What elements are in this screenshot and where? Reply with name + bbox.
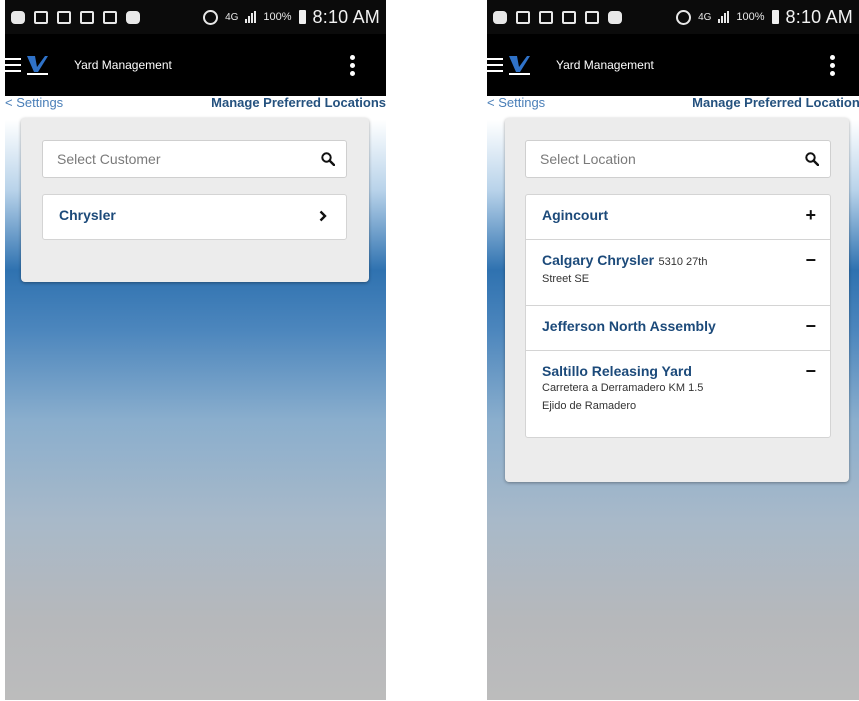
- search-icon[interactable]: [321, 152, 335, 166]
- location-list: Agincourt + Calgary Chrysler 5310 27th S…: [525, 194, 831, 438]
- location-name: Agincourt: [542, 207, 609, 223]
- location-address: 5310 27th: [658, 256, 708, 268]
- location-name: Calgary Chrysler: [542, 252, 655, 268]
- app-bar: Yard Management: [487, 34, 859, 96]
- notification-icons: [11, 10, 140, 24]
- screenshot-icon: [562, 10, 576, 24]
- app-logo-icon: [507, 54, 531, 76]
- battery-icon: [298, 10, 306, 24]
- location-search-box[interactable]: [525, 140, 831, 178]
- location-address: Ejido de Ramadero: [542, 400, 637, 412]
- signal-icon: [718, 11, 730, 23]
- cloud-icon: [126, 10, 140, 24]
- calendar-icon: [585, 10, 599, 24]
- overflow-menu-icon[interactable]: [350, 54, 355, 76]
- voicemail-icon: [539, 10, 553, 24]
- chevron-right-icon[interactable]: [319, 210, 327, 222]
- app-title: Yard Management: [74, 58, 172, 72]
- battery-percent: 100%: [263, 11, 292, 23]
- hamburger-menu-icon[interactable]: [487, 58, 503, 72]
- customer-search-box[interactable]: [42, 140, 347, 178]
- app-logo-icon: [25, 54, 49, 76]
- battery-percent: 100%: [736, 11, 765, 23]
- phone-screen-locations: 4G 100% 8:10 AM Yard Management < Settin…: [487, 0, 859, 701]
- customer-card: Chrysler: [21, 118, 369, 282]
- app-bar: Yard Management: [5, 34, 386, 96]
- cloud-icon: [608, 10, 622, 24]
- list-item-customer[interactable]: Chrysler: [43, 195, 346, 239]
- hamburger-menu-icon[interactable]: [5, 58, 21, 72]
- notification-icons: [493, 10, 622, 24]
- list-item-location: Agincourt +: [526, 195, 830, 240]
- search-icon[interactable]: [805, 152, 819, 166]
- status-bar: 4G 100% 8:10 AM: [487, 0, 859, 34]
- clock: 8:10 AM: [312, 6, 380, 27]
- minus-icon[interactable]: −: [805, 317, 816, 335]
- voicemail-icon: [57, 10, 71, 24]
- location-card: Agincourt + Calgary Chrysler 5310 27th S…: [505, 118, 849, 482]
- calendar-icon: [103, 10, 117, 24]
- customer-search-input[interactable]: [43, 141, 301, 177]
- customer-list: Chrysler: [42, 194, 347, 240]
- overflow-menu-icon[interactable]: [830, 54, 835, 76]
- location-name: Jefferson North Assembly: [542, 318, 716, 334]
- screenshot-icon: [80, 10, 94, 24]
- list-item-location: Saltillo Releasing Yard Carretera a Derr…: [526, 351, 830, 437]
- minus-icon[interactable]: −: [805, 362, 816, 380]
- status-right: 4G 100% 8:10 AM: [203, 7, 380, 28]
- list-item-location: Calgary Chrysler 5310 27th Street SE −: [526, 240, 830, 306]
- back-link-settings[interactable]: < Settings: [487, 94, 545, 112]
- message-icon: [493, 10, 507, 24]
- page-title: Manage Preferred Locations: [211, 95, 386, 110]
- minus-icon[interactable]: −: [805, 251, 816, 269]
- status-bar: 4G 100% 8:10 AM: [5, 0, 386, 34]
- location-search-input[interactable]: [526, 141, 785, 177]
- phone-screen-customers: 4G 100% 8:10 AM Yard Management < Settin…: [5, 0, 386, 701]
- network-type: 4G: [225, 11, 239, 23]
- list-item-location: Jefferson North Assembly −: [526, 306, 830, 351]
- calendar-icon: [516, 10, 530, 24]
- page-title: Manage Preferred Locations: [692, 95, 859, 110]
- alarm-icon: [676, 9, 692, 25]
- customer-name: Chrysler: [59, 207, 116, 223]
- calendar-icon: [34, 10, 48, 24]
- signal-icon: [245, 11, 257, 23]
- location-address: Street SE: [542, 273, 590, 285]
- alarm-icon: [203, 9, 219, 25]
- status-right: 4G 100% 8:10 AM: [676, 7, 853, 28]
- plus-icon[interactable]: +: [805, 206, 816, 224]
- message-icon: [11, 10, 25, 24]
- nav-bar: < Settings Manage Preferred Locations: [5, 94, 386, 114]
- location-address: Carretera a Derramadero KM 1.5: [542, 382, 704, 394]
- battery-icon: [771, 10, 779, 24]
- location-name: Saltillo Releasing Yard: [542, 363, 692, 379]
- clock: 8:10 AM: [785, 6, 853, 27]
- nav-bar: < Settings Manage Preferred Locations: [487, 94, 859, 114]
- back-link-settings[interactable]: < Settings: [5, 94, 63, 112]
- app-title: Yard Management: [556, 58, 654, 72]
- network-type: 4G: [698, 11, 712, 23]
